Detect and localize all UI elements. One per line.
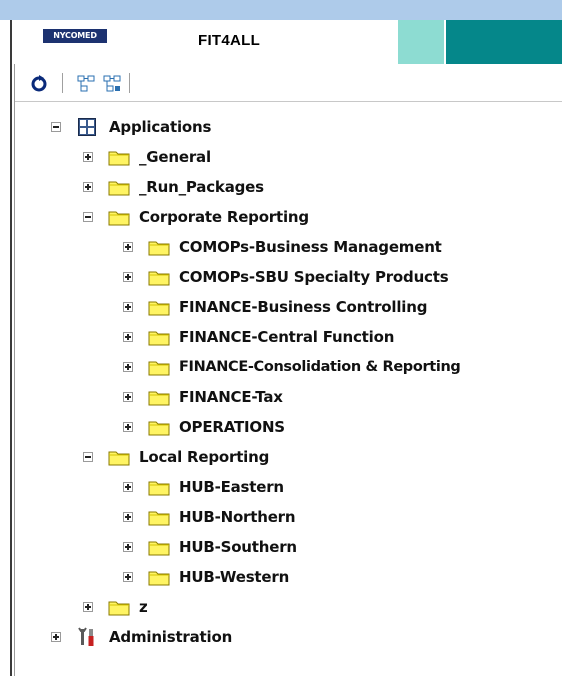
tree-node-label: OPERATIONS bbox=[179, 418, 285, 436]
folder-icon bbox=[107, 179, 131, 196]
toolbar bbox=[15, 64, 562, 102]
tree-node-hub-southern[interactable]: HUB-Southern bbox=[123, 532, 297, 562]
folder-icon bbox=[147, 479, 171, 496]
expand-toggle-icon[interactable] bbox=[123, 302, 133, 312]
folder-icon bbox=[147, 509, 171, 526]
tree-node-label: Administration bbox=[109, 628, 233, 646]
tree-node-run-packages[interactable]: _Run_Packages bbox=[83, 172, 264, 202]
tree-node-z[interactable]: z bbox=[83, 592, 148, 622]
expand-toggle-icon[interactable] bbox=[83, 182, 93, 192]
tree-node-finance-consolidation-reporting[interactable]: FINANCE-Consolidation & Reporting bbox=[123, 352, 461, 382]
tree-node-hub-northern[interactable]: HUB-Northern bbox=[123, 502, 296, 532]
folder-icon bbox=[147, 269, 171, 286]
folder-icon bbox=[107, 599, 131, 616]
tree-node-hub-eastern[interactable]: HUB-Eastern bbox=[123, 472, 284, 502]
tree-expand-icon bbox=[77, 75, 95, 92]
expand-toggle-icon[interactable] bbox=[123, 542, 133, 552]
tree-node-label: HUB-Southern bbox=[179, 538, 297, 556]
tree-node-label: Corporate Reporting bbox=[139, 208, 309, 226]
tree-node-label: _General bbox=[139, 148, 211, 166]
tree-node-label: HUB-Eastern bbox=[179, 478, 284, 496]
header-divider bbox=[444, 20, 446, 64]
expand-toggle-icon[interactable] bbox=[123, 272, 133, 282]
folder-icon bbox=[147, 569, 171, 586]
tree-node-label: FINANCE-Central Function bbox=[179, 328, 395, 346]
refresh-icon bbox=[31, 75, 47, 92]
applications-grid-icon bbox=[75, 118, 99, 136]
expand-toggle-icon[interactable] bbox=[51, 632, 61, 642]
folder-icon bbox=[147, 299, 171, 316]
tree-node-label: FINANCE-Business Controlling bbox=[179, 298, 428, 316]
folder-icon bbox=[147, 329, 171, 346]
expand-toggle-icon[interactable] bbox=[123, 362, 133, 372]
navigation-tree: Applications _General _Run_Packages Corp… bbox=[15, 102, 562, 676]
tree-node-label: HUB-Western bbox=[179, 568, 290, 586]
tree-node-label: Local Reporting bbox=[139, 448, 270, 466]
window-title-bar bbox=[0, 0, 562, 20]
app-header: NYCOMED FIT4ALL bbox=[10, 20, 562, 64]
expand-toggle-icon[interactable] bbox=[123, 422, 133, 432]
refresh-button[interactable] bbox=[28, 72, 50, 94]
tree-node-label: COMOPs-Business Management bbox=[179, 238, 442, 256]
collapse-toggle-icon[interactable] bbox=[83, 212, 93, 222]
frame-border bbox=[10, 20, 12, 676]
expand-toggle-icon[interactable] bbox=[83, 602, 93, 612]
tree-node-label: FINANCE-Tax bbox=[179, 388, 283, 406]
tree-node-comops-business-management[interactable]: COMOPs-Business Management bbox=[123, 232, 442, 262]
header-teal-block bbox=[444, 20, 562, 64]
tree-node-general[interactable]: _General bbox=[83, 142, 211, 172]
tree-node-corporate-reporting[interactable]: Corporate Reporting bbox=[83, 202, 309, 232]
tools-icon bbox=[75, 627, 99, 647]
tree-node-label: FINANCE-Consolidation & Reporting bbox=[179, 359, 461, 375]
expand-toggle-icon[interactable] bbox=[123, 242, 133, 252]
tree-node-administration[interactable]: Administration bbox=[51, 622, 232, 652]
expand-toggle-icon[interactable] bbox=[123, 332, 133, 342]
collapse-toggle-icon[interactable] bbox=[83, 452, 93, 462]
folder-icon bbox=[107, 209, 131, 226]
expand-toggle-icon[interactable] bbox=[123, 572, 133, 582]
toolbar-separator bbox=[129, 73, 130, 93]
tree-node-applications[interactable]: Applications bbox=[51, 112, 211, 142]
tree-node-finance-tax[interactable]: FINANCE-Tax bbox=[123, 382, 283, 412]
tree-node-label: Applications bbox=[109, 118, 212, 136]
tree-collapse-icon bbox=[103, 75, 121, 92]
expand-toggle-icon[interactable] bbox=[123, 392, 133, 402]
tree-node-label: COMOPs-SBU Specialty Products bbox=[179, 268, 449, 286]
folder-icon bbox=[147, 359, 171, 376]
folder-icon bbox=[147, 419, 171, 436]
tree-node-label: _Run_Packages bbox=[139, 178, 264, 196]
header-accent-block bbox=[398, 20, 444, 64]
tree-node-label: z bbox=[139, 598, 148, 616]
expand-toggle-icon[interactable] bbox=[123, 482, 133, 492]
folder-icon bbox=[107, 449, 131, 466]
nycomed-logo: NYCOMED bbox=[43, 29, 107, 43]
tree-node-local-reporting[interactable]: Local Reporting bbox=[83, 442, 269, 472]
expand-toggle-icon[interactable] bbox=[123, 512, 133, 522]
tree-node-hub-western[interactable]: HUB-Western bbox=[123, 562, 289, 592]
expand-tree-button[interactable] bbox=[75, 72, 97, 94]
collapse-toggle-icon[interactable] bbox=[51, 122, 61, 132]
folder-icon bbox=[147, 389, 171, 406]
collapse-tree-button[interactable] bbox=[101, 72, 123, 94]
tree-node-finance-central-function[interactable]: FINANCE-Central Function bbox=[123, 322, 394, 352]
folder-icon bbox=[147, 539, 171, 556]
tree-node-operations[interactable]: OPERATIONS bbox=[123, 412, 285, 442]
app-title: FIT4ALL bbox=[198, 32, 261, 49]
tree-node-comops-sbu-specialty-products[interactable]: COMOPs-SBU Specialty Products bbox=[123, 262, 449, 292]
folder-icon bbox=[107, 149, 131, 166]
tree-node-label: HUB-Northern bbox=[179, 508, 296, 526]
expand-toggle-icon[interactable] bbox=[83, 152, 93, 162]
tree-node-finance-business-controlling[interactable]: FINANCE-Business Controlling bbox=[123, 292, 427, 322]
toolbar-separator bbox=[62, 73, 63, 93]
folder-icon bbox=[147, 239, 171, 256]
